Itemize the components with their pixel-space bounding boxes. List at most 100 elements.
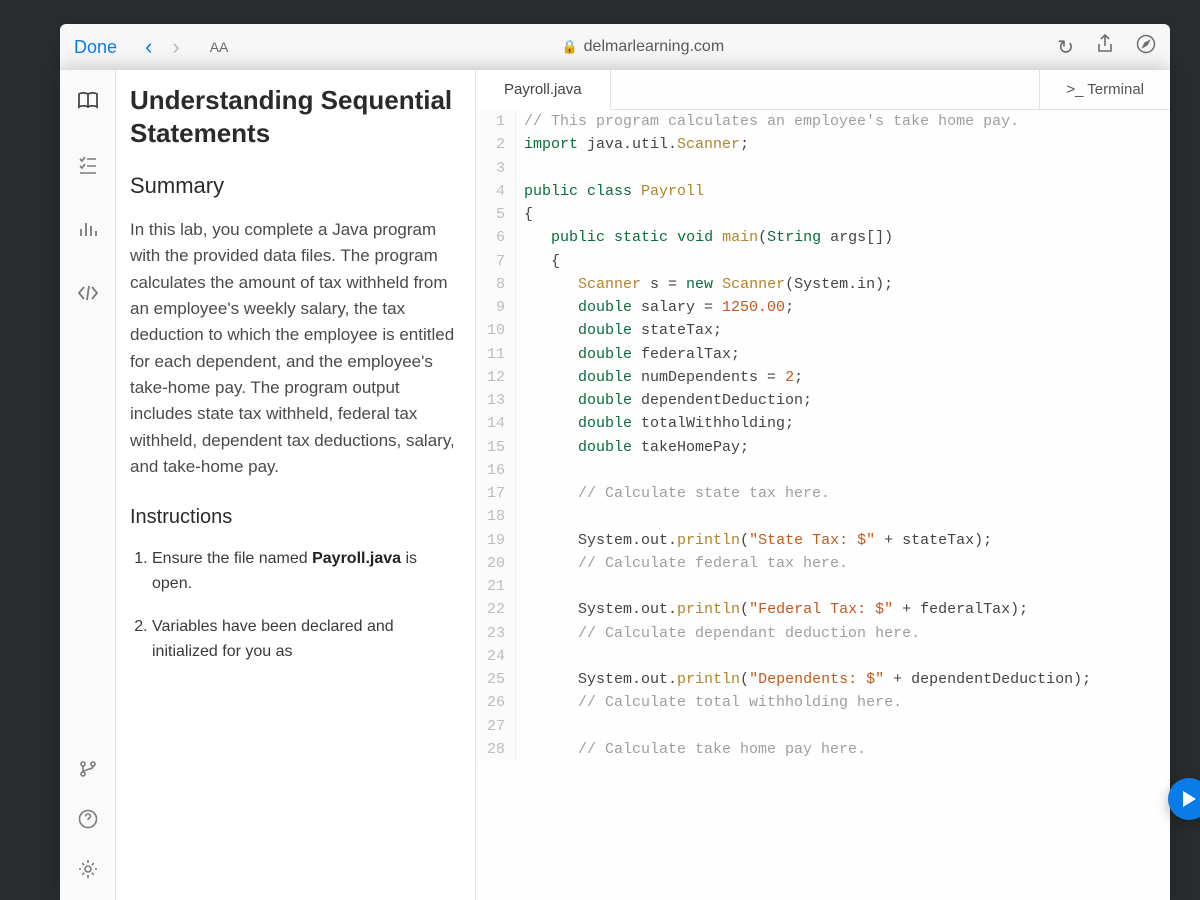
code-text[interactable]: // This program calculates an employee's… bbox=[516, 110, 1019, 133]
code-text[interactable]: System.out.println("Federal Tax: $" + fe… bbox=[516, 598, 1028, 621]
code-line[interactable]: 22 System.out.println("Federal Tax: $" +… bbox=[476, 598, 1170, 621]
text-size-button[interactable]: AA bbox=[210, 39, 229, 55]
file-tab[interactable]: Payroll.java bbox=[476, 70, 611, 110]
code-text[interactable]: System.out.println("Dependents: $" + dep… bbox=[516, 668, 1091, 691]
code-line[interactable]: 25 System.out.println("Dependents: $" + … bbox=[476, 668, 1170, 691]
code-line[interactable]: 8 Scanner s = new Scanner(System.in); bbox=[476, 273, 1170, 296]
code-text[interactable]: Scanner s = new Scanner(System.in); bbox=[516, 273, 893, 296]
line-number: 20 bbox=[476, 552, 516, 575]
code-line[interactable]: 26 // Calculate total withholding here. bbox=[476, 691, 1170, 714]
code-line[interactable]: 21 bbox=[476, 575, 1170, 598]
url-domain: delmarlearning.com bbox=[584, 38, 725, 56]
code-line[interactable]: 4public class Payroll bbox=[476, 180, 1170, 203]
code-text[interactable]: double takeHomePay; bbox=[516, 436, 749, 459]
code-text[interactable] bbox=[516, 575, 524, 598]
code-line[interactable]: 5{ bbox=[476, 203, 1170, 226]
line-number: 3 bbox=[476, 157, 516, 180]
line-number: 11 bbox=[476, 343, 516, 366]
code-text[interactable]: double salary = 1250.00; bbox=[516, 296, 794, 319]
line-number: 5 bbox=[476, 203, 516, 226]
code-line[interactable]: 12 double numDependents = 2; bbox=[476, 366, 1170, 389]
activity-rail bbox=[60, 70, 116, 900]
code-text[interactable]: // Calculate state tax here. bbox=[516, 482, 830, 505]
code-line[interactable]: 19 System.out.println("State Tax: $" + s… bbox=[476, 529, 1170, 552]
code-text[interactable] bbox=[516, 715, 524, 738]
back-button[interactable]: ‹ bbox=[135, 34, 162, 60]
line-number: 15 bbox=[476, 436, 516, 459]
code-text[interactable]: double numDependents = 2; bbox=[516, 366, 803, 389]
forward-button[interactable]: › bbox=[162, 34, 189, 60]
code-text[interactable]: { bbox=[516, 250, 560, 273]
code-line[interactable]: 14 double totalWithholding; bbox=[476, 412, 1170, 435]
app-window: Understanding Sequential Statements Summ… bbox=[60, 70, 1170, 900]
play-button[interactable] bbox=[1168, 778, 1200, 820]
editor-area: Payroll.java >_ Terminal 1// This progra… bbox=[476, 70, 1170, 900]
rail-gear-icon[interactable] bbox=[71, 852, 105, 886]
line-number: 7 bbox=[476, 250, 516, 273]
lesson-title: Understanding Sequential Statements bbox=[130, 84, 455, 149]
code-line[interactable]: 9 double salary = 1250.00; bbox=[476, 296, 1170, 319]
code-text[interactable]: public static void main(String args[]) bbox=[516, 226, 893, 249]
code-text[interactable]: { bbox=[516, 203, 533, 226]
code-line[interactable]: 1// This program calculates an employee'… bbox=[476, 110, 1170, 133]
code-line[interactable]: 3 bbox=[476, 157, 1170, 180]
line-number: 22 bbox=[476, 598, 516, 621]
line-number: 2 bbox=[476, 133, 516, 156]
code-line[interactable]: 11 double federalTax; bbox=[476, 343, 1170, 366]
code-line[interactable]: 28 // Calculate take home pay here. bbox=[476, 738, 1170, 761]
code-line[interactable]: 16 bbox=[476, 459, 1170, 482]
code-line[interactable]: 17 // Calculate state tax here. bbox=[476, 482, 1170, 505]
code-text[interactable] bbox=[516, 157, 524, 180]
line-number: 19 bbox=[476, 529, 516, 552]
rail-help-icon[interactable] bbox=[71, 802, 105, 836]
line-number: 28 bbox=[476, 738, 516, 761]
rail-code-icon[interactable] bbox=[71, 276, 105, 310]
line-number: 24 bbox=[476, 645, 516, 668]
code-line[interactable]: 20 // Calculate federal tax here. bbox=[476, 552, 1170, 575]
code-text[interactable]: double dependentDeduction; bbox=[516, 389, 812, 412]
done-button[interactable]: Done bbox=[74, 37, 117, 58]
code-text[interactable]: // Calculate take home pay here. bbox=[516, 738, 866, 761]
rail-book-icon[interactable] bbox=[71, 84, 105, 118]
code-line[interactable]: 23 // Calculate dependant deduction here… bbox=[476, 622, 1170, 645]
code-text[interactable]: import java.util.Scanner; bbox=[516, 133, 749, 156]
line-number: 12 bbox=[476, 366, 516, 389]
rail-checklist-icon[interactable] bbox=[71, 148, 105, 182]
code-text[interactable]: System.out.println("State Tax: $" + stat… bbox=[516, 529, 992, 552]
code-line[interactable]: 27 bbox=[476, 715, 1170, 738]
code-line[interactable]: 13 double dependentDeduction; bbox=[476, 389, 1170, 412]
line-number: 16 bbox=[476, 459, 516, 482]
terminal-tab[interactable]: >_ Terminal bbox=[1039, 70, 1170, 109]
instruction-step: Variables have been declared and initial… bbox=[152, 615, 455, 665]
code-line[interactable]: 2import java.util.Scanner; bbox=[476, 133, 1170, 156]
code-text[interactable]: // Calculate federal tax here. bbox=[516, 552, 848, 575]
code-line[interactable]: 7 { bbox=[476, 250, 1170, 273]
line-number: 1 bbox=[476, 110, 516, 133]
summary-heading: Summary bbox=[130, 173, 455, 199]
code-line[interactable]: 6 public static void main(String args[]) bbox=[476, 226, 1170, 249]
rail-branch-icon[interactable] bbox=[71, 752, 105, 786]
code-text[interactable] bbox=[516, 505, 524, 528]
editor-tabs: Payroll.java >_ Terminal bbox=[476, 70, 1170, 110]
compass-icon[interactable] bbox=[1136, 34, 1156, 60]
code-line[interactable]: 15 double takeHomePay; bbox=[476, 436, 1170, 459]
code-line[interactable]: 18 bbox=[476, 505, 1170, 528]
code-text[interactable]: public class Payroll bbox=[516, 180, 704, 203]
rail-bars-icon[interactable] bbox=[71, 212, 105, 246]
lesson-panel: Understanding Sequential Statements Summ… bbox=[116, 70, 476, 900]
code-editor[interactable]: 1// This program calculates an employee'… bbox=[476, 110, 1170, 900]
code-text[interactable] bbox=[516, 459, 524, 482]
code-line[interactable]: 10 double stateTax; bbox=[476, 319, 1170, 342]
line-number: 14 bbox=[476, 412, 516, 435]
code-text[interactable]: double stateTax; bbox=[516, 319, 722, 342]
share-button[interactable] bbox=[1096, 34, 1114, 60]
code-text[interactable]: // Calculate total withholding here. bbox=[516, 691, 902, 714]
address-bar[interactable]: 🔒 delmarlearning.com bbox=[228, 38, 1057, 56]
code-line[interactable]: 24 bbox=[476, 645, 1170, 668]
browser-toolbar: Done ‹ › AA 🔒 delmarlearning.com ↻ bbox=[60, 24, 1170, 70]
code-text[interactable] bbox=[516, 645, 524, 668]
code-text[interactable]: double totalWithholding; bbox=[516, 412, 794, 435]
reload-button[interactable]: ↻ bbox=[1057, 35, 1074, 60]
code-text[interactable]: double federalTax; bbox=[516, 343, 740, 366]
code-text[interactable]: // Calculate dependant deduction here. bbox=[516, 622, 920, 645]
